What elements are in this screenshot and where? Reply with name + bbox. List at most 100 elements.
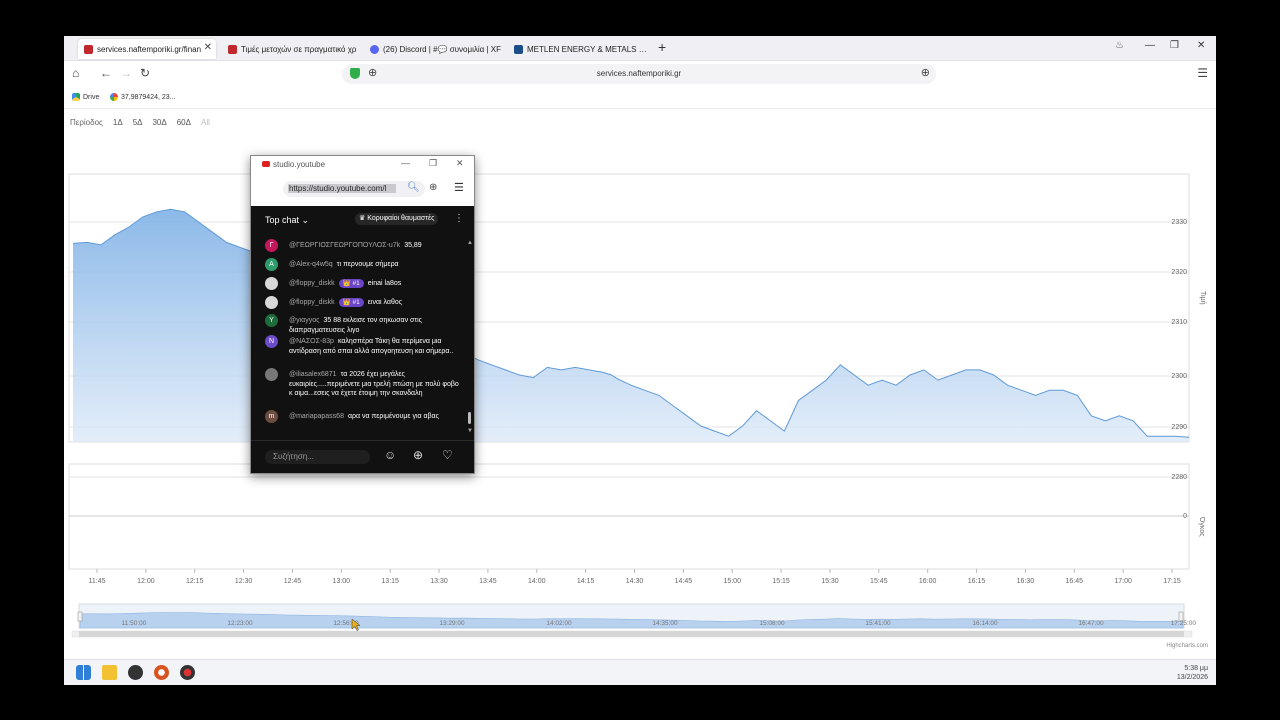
windows-start-icon[interactable] xyxy=(76,665,91,680)
x-tick-label: 14:30 xyxy=(626,578,644,585)
x-tick-label: 16:45 xyxy=(1066,578,1084,585)
file-explorer-icon[interactable] xyxy=(102,665,117,680)
volume-axis-title: Όγκος xyxy=(1198,516,1205,537)
x-tick-label: 14:15 xyxy=(577,578,595,585)
y-tick-label: 2280 xyxy=(1171,474,1187,481)
url-text[interactable]: services.naftemporiki.gr xyxy=(342,69,936,78)
system-clock[interactable]: 5:38 μμ 13/2/2026 xyxy=(1177,664,1208,682)
y-tick-label: 2320 xyxy=(1171,269,1187,276)
y-tick-label: 2310 xyxy=(1171,319,1187,326)
navigator-label: 11:50:00 xyxy=(122,620,147,627)
tab-discord[interactable]: (26) Discord | #💬 συνομιλία | XF xyxy=(364,39,504,59)
heart-icon[interactable]: ♡ xyxy=(442,448,453,462)
navigator-label: 13:29:00 xyxy=(439,620,465,627)
x-tick-label: 12:45 xyxy=(284,578,302,585)
scroll-down-icon[interactable]: ▼ xyxy=(467,428,473,434)
price-chart[interactable]: 2280 2290 2300 2310 2320 2330 Τιμή 0 Όγκος 11… xyxy=(64,109,1216,659)
page-content: Περίοδος 1Δ 5Δ 30Δ 60Δ All 2280 2290 2300 2… xyxy=(64,109,1216,659)
forward-icon[interactable]: → xyxy=(120,66,132,80)
avatar[interactable] xyxy=(265,277,278,290)
chat-message-body: @iliasalex6871 τα 2026 έχει μεγάλες ευκαι… xyxy=(289,370,459,399)
chat-message-body: @mariapapass68 αρα να περιμένουμε για αβα… xyxy=(289,412,459,422)
bookmark-coordinates[interactable]: 37,9879424, 23... xyxy=(110,93,176,101)
avatar[interactable]: A xyxy=(265,258,278,271)
app-icon[interactable] xyxy=(128,665,143,680)
crown-icon: ♛ xyxy=(359,215,366,222)
recording-app-icon[interactable] xyxy=(180,665,195,680)
address-bar[interactable]: ⊕ services.naftemporiki.gr ⊕ xyxy=(342,64,936,84)
navigator-label: 17:25:00 xyxy=(1171,620,1197,627)
chat-username[interactable]: @ΝΑΣΟΣ-83p xyxy=(289,338,334,345)
fan-rank-badge: 👑 #1 xyxy=(338,279,364,288)
scroll-up-icon[interactable]: ▲ xyxy=(467,240,473,246)
menu-icon[interactable]: ☰ xyxy=(1197,66,1208,80)
fan-rank-badge: 👑 #1 xyxy=(338,298,364,307)
google-icon xyxy=(110,93,118,101)
price-axis-title: Τιμή xyxy=(1199,291,1206,305)
avatar[interactable] xyxy=(265,296,278,309)
chat-username[interactable]: @mariapapass68 xyxy=(289,413,344,420)
chat-scrollbar-thumb[interactable] xyxy=(468,412,471,424)
x-tick-label: 12:30 xyxy=(235,578,253,585)
x-tick-label: 14:00 xyxy=(528,578,546,585)
back-icon[interactable]: ← xyxy=(100,66,112,80)
navigator-left-handle[interactable] xyxy=(77,611,83,622)
chat-username[interactable]: @ΓΕΩΡΓΙΟΣΓΕΩΡΓΟΠΟΥΛΟΣ-u7k xyxy=(289,242,400,249)
chat-scrollbar[interactable]: ▲ ▼ xyxy=(467,240,473,436)
menu-icon[interactable]: ☰ xyxy=(454,181,464,194)
navigator-scrollbar-thumb[interactable] xyxy=(79,631,1184,637)
navigator-label: 16:47:00 xyxy=(1078,620,1104,627)
highcharts-credit[interactable]: Highcharts.com xyxy=(1166,643,1208,649)
firefox-view-icon[interactable]: ♨ xyxy=(1115,40,1124,51)
popup-url-field[interactable]: https://studio.youtube.com/l 🔍︎ xyxy=(283,181,425,197)
share-icon[interactable]: ⊕ xyxy=(921,66,930,79)
chat-mode-dropdown[interactable]: Top chat ⌄ xyxy=(265,215,309,226)
x-tick-label: 15:30 xyxy=(821,578,839,585)
youtube-chat-popup: studio.youtube — ❐ ✕ https://studio.yout… xyxy=(250,155,475,474)
chat-message-text: αρα να περιμένουμε για αβας xyxy=(347,413,439,420)
x-tick-label: 16:30 xyxy=(1017,578,1035,585)
restore-button[interactable]: ❐ xyxy=(1170,40,1179,51)
chat-username[interactable]: @Alex-q4w5q xyxy=(289,261,333,268)
firefox-icon[interactable] xyxy=(154,665,169,680)
emoji-icon[interactable]: ☺ xyxy=(384,448,396,462)
chat-username[interactable]: @iliasalex6871 xyxy=(289,371,337,378)
search-icon[interactable]: 🔍︎ xyxy=(407,182,420,193)
chevron-down-icon: ⌄ xyxy=(301,215,310,225)
avatar[interactable]: N xyxy=(265,335,278,348)
tab-metlen[interactable]: METLEN ENERGY & METALS PLC ( xyxy=(508,39,648,59)
x-tick-label: 16:15 xyxy=(968,578,986,585)
close-tab-icon[interactable]: ✕ xyxy=(204,42,212,53)
navigator-label: 16:14:00 xyxy=(972,620,998,627)
chat-input[interactable]: Συζήτηση... xyxy=(265,450,370,464)
chat-messages[interactable]: Γ @ΓΕΩΡΓΙΟΣΓΕΩΡΓΟΠΟΥΛΟΣ-u7k 35,89 A @Alex-q4… xyxy=(251,236,474,436)
chat-username[interactable]: @floppy_diskk xyxy=(289,280,335,287)
bookmark-drive[interactable]: Drive xyxy=(72,93,99,101)
add-icon[interactable]: ⊕ xyxy=(413,448,423,462)
reload-icon[interactable]: ↻ xyxy=(140,66,150,80)
popup-maximize-button[interactable]: ❐ xyxy=(429,158,437,169)
home-icon[interactable]: ⌂ xyxy=(72,66,79,80)
avatar[interactable]: Υ xyxy=(265,314,278,327)
tab-stock-prices[interactable]: Τιμές μετοχών σε πραγματικό χρ xyxy=(222,39,358,59)
new-tab-button[interactable]: + xyxy=(658,39,666,55)
avatar[interactable]: m xyxy=(265,410,278,423)
naftemporiki-favicon-icon xyxy=(228,44,237,54)
top-fans-button[interactable]: ♛ Κορυφαίοι θαυμαστές xyxy=(355,213,439,225)
avatar[interactable]: Γ xyxy=(265,239,278,252)
navigator-label: 15:08:00 xyxy=(759,620,785,627)
chat-username[interactable]: @yιαyyος xyxy=(289,317,319,324)
chat-message-text: 35,89 xyxy=(404,242,422,249)
close-window-button[interactable]: ✕ xyxy=(1197,40,1205,51)
chat-input-bar: Συζήτηση... ☺ ⊕ ♡ xyxy=(251,440,474,473)
naftemporiki-favicon-icon xyxy=(84,44,93,54)
popup-close-button[interactable]: ✕ xyxy=(456,158,464,169)
minimize-button[interactable]: — xyxy=(1145,40,1155,51)
share-icon[interactable]: ⊕ xyxy=(429,182,437,193)
avatar[interactable] xyxy=(265,368,278,381)
popup-minimize-button[interactable]: — xyxy=(401,158,410,168)
chat-username[interactable]: @floppy_diskk xyxy=(289,299,335,306)
more-options-icon[interactable]: ⋮ xyxy=(454,213,464,224)
tab-naftemporiki-finance[interactable]: services.naftemporiki.gr/finan ✕ xyxy=(78,39,216,59)
navigator-label: 14:02:00 xyxy=(546,620,572,627)
